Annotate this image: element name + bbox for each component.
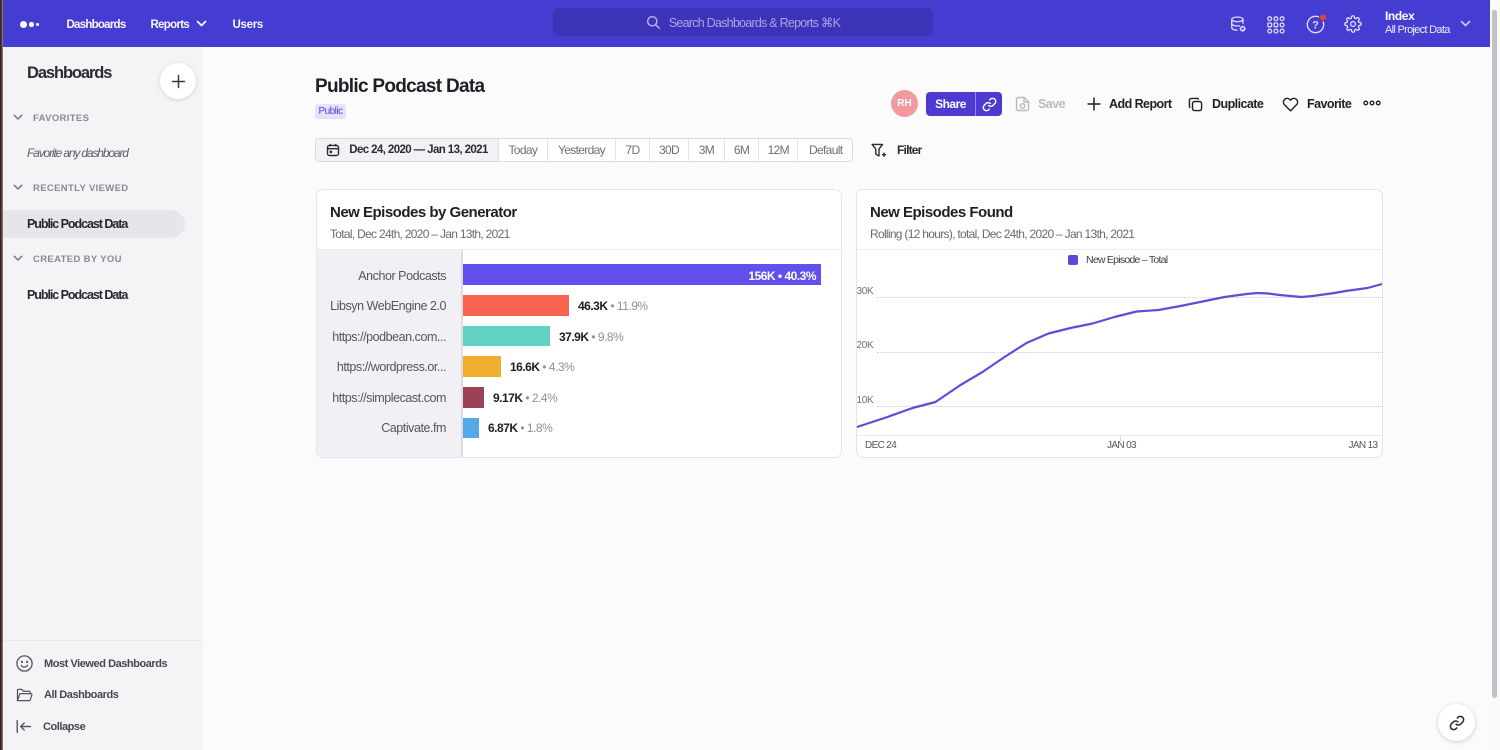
svg-text:?: ? xyxy=(1313,19,1320,31)
